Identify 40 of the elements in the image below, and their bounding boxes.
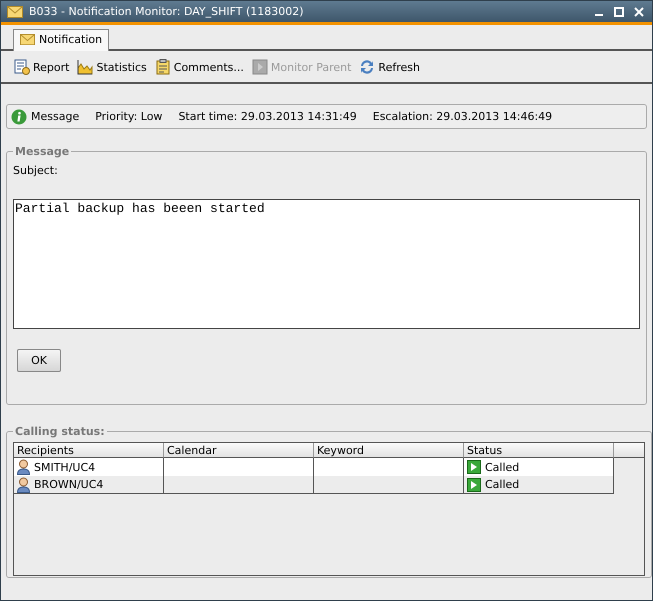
maximize-icon [614, 6, 624, 16]
toolbar-button[interactable]: Comments... [154, 57, 245, 77]
toolbar-button[interactable]: Report [13, 57, 70, 77]
column-header[interactable]: Status [464, 443, 614, 458]
column-header[interactable]: Calendar [164, 443, 314, 458]
window-title: B033 - Notification Monitor: DAY_SHIFT (1183002) [29, 5, 305, 18]
recipient-cell: SMITH/UC4 [14, 458, 164, 476]
envelope-icon [7, 6, 23, 18]
play-icon [467, 460, 481, 474]
clipboard-icon [154, 59, 171, 75]
close-button[interactable] [632, 4, 646, 18]
monitor-icon [252, 59, 268, 75]
toolbar-button[interactable]: Refresh [358, 57, 421, 77]
priority-text: Priority: Low [95, 110, 162, 123]
person-icon [17, 476, 30, 492]
start-time-text: Start time: 29.03.2013 14:31:49 [178, 110, 357, 123]
report-icon [14, 59, 30, 75]
group-title: Message [14, 145, 70, 158]
toolbar-button[interactable]: Statistics [76, 57, 148, 77]
message-body-field[interactable]: Partial backup has beeen started [13, 199, 640, 329]
maximize-button[interactable] [612, 4, 626, 18]
play-icon [467, 478, 481, 492]
column-header[interactable]: Keyword [314, 443, 464, 458]
status-cell: Called [464, 476, 614, 494]
status-cell: Called [464, 458, 614, 476]
tab[interactable]: Notification [13, 29, 110, 51]
info-icon [11, 108, 27, 124]
person-icon [17, 459, 30, 475]
envelope-icon [20, 34, 35, 46]
close-icon [634, 6, 644, 16]
message-type: Message [31, 110, 80, 123]
ok-button[interactable]: OK [17, 349, 61, 372]
recipient-cell: BROWN/UC4 [14, 476, 164, 494]
subject-label: Subject: [13, 164, 59, 177]
group-title: Calling status: [14, 425, 106, 438]
refresh-icon [359, 59, 376, 75]
escalation-text: Escalation: 29.03.2013 14:46:49 [372, 110, 552, 123]
column-header[interactable]: Recipients [14, 443, 164, 458]
minimize-icon [595, 14, 603, 16]
chart-icon [77, 59, 94, 75]
